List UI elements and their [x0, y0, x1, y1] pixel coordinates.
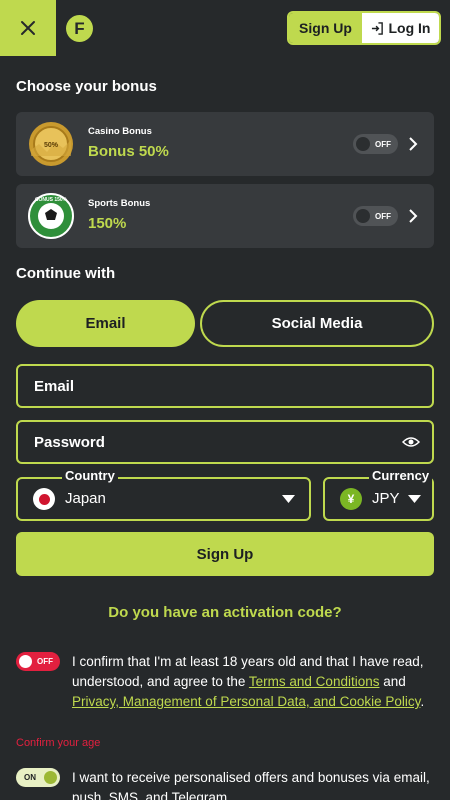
age-consent-text: I confirm that I'm at least 18 years old…: [72, 652, 432, 712]
caret-down-icon: [408, 495, 421, 503]
email-input[interactable]: [34, 377, 374, 395]
age-error-message: Confirm your age: [16, 737, 101, 749]
auth-buttons: Sign Up Log In: [287, 11, 441, 45]
toggle-label: OFF: [375, 139, 391, 149]
toggle-label: ON: [24, 773, 36, 782]
password-field[interactable]: [16, 420, 434, 464]
chevron-right-icon[interactable]: [407, 135, 419, 153]
yen-icon: ¥: [340, 488, 362, 510]
sports-bonus-value: 150%: [88, 215, 127, 232]
sports-bonus-ball-icon: BONUS 150%: [28, 193, 74, 239]
toggle-knob: [356, 209, 370, 223]
tab-email[interactable]: Email: [16, 300, 195, 347]
sports-bonus-toggle[interactable]: OFF: [353, 206, 398, 226]
tab-social-media[interactable]: Social Media: [200, 300, 434, 347]
casino-bonus-name: Casino Bonus: [88, 126, 152, 137]
country-select[interactable]: Country Japan: [16, 468, 311, 521]
continue-section-title: Continue with: [16, 265, 116, 282]
eye-icon[interactable]: [402, 434, 420, 450]
currency-value: JPY: [372, 490, 400, 507]
header-signup-button[interactable]: Sign Up: [289, 13, 362, 43]
country-value: Japan: [65, 490, 106, 507]
login-icon: [371, 21, 383, 35]
header-login-button[interactable]: Log In: [362, 13, 439, 43]
casino-bonus-value: Bonus 50%: [88, 143, 169, 160]
password-input[interactable]: [34, 433, 374, 451]
chevron-right-icon[interactable]: [407, 207, 419, 225]
email-field[interactable]: [16, 364, 434, 408]
login-label: Log In: [388, 20, 431, 36]
toggle-knob: [44, 771, 57, 784]
currency-select[interactable]: Currency ¥ JPY: [323, 468, 434, 521]
marketing-consent-toggle[interactable]: ON: [16, 768, 60, 787]
caret-down-icon: [282, 495, 295, 503]
japan-flag-icon: [33, 488, 55, 510]
toggle-label: OFF: [375, 211, 391, 221]
close-button[interactable]: [0, 0, 56, 56]
toggle-label: OFF: [37, 657, 53, 666]
header: F Sign Up Log In: [0, 0, 450, 56]
privacy-policy-link[interactable]: Privacy, Management of Personal Data, an…: [72, 694, 420, 709]
country-label: Country: [62, 468, 118, 483]
signup-submit-button[interactable]: Sign Up: [16, 532, 434, 576]
age-consent-text-2: and: [379, 674, 406, 689]
casino-badge-text: 50%: [44, 142, 59, 149]
casino-bonus-toggle[interactable]: OFF: [353, 134, 398, 154]
sports-bonus-name: Sports Bonus: [88, 198, 151, 209]
marketing-consent-text: I want to receive personalised offers an…: [72, 770, 430, 800]
sports-badge-text: BONUS 150%: [35, 197, 68, 203]
age-consent-text-3: .: [420, 694, 425, 709]
casino-bonus-card[interactable]: 50% Casino Bonus Bonus 50% OFF: [16, 112, 434, 176]
activation-code-link[interactable]: Do you have an activation code?: [0, 604, 450, 621]
bonus-section-title: Choose your bonus: [16, 78, 157, 95]
casino-bonus-medal-icon: 50%: [29, 122, 73, 166]
sports-bonus-card[interactable]: BONUS 150% Sports Bonus 150% OFF: [16, 184, 434, 248]
toggle-knob: [19, 655, 32, 668]
age-consent-toggle[interactable]: OFF: [16, 652, 60, 671]
close-icon: [21, 21, 35, 35]
brand-logo[interactable]: F: [66, 15, 93, 42]
terms-link[interactable]: Terms and Conditions: [249, 674, 380, 689]
currency-label: Currency: [369, 468, 433, 483]
toggle-knob: [356, 137, 370, 151]
